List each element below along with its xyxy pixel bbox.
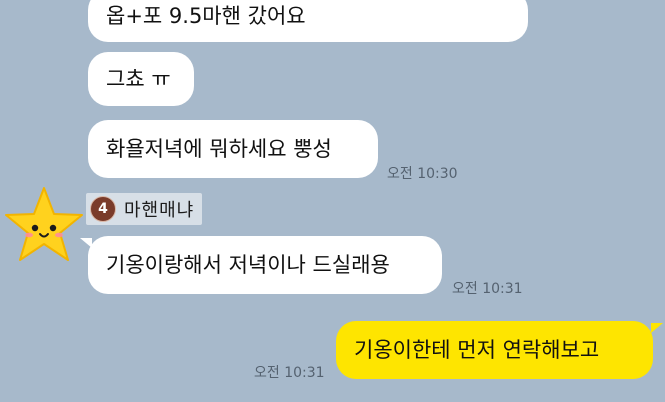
message-bubble[interactable]: 기옹이랑해서 저녁이나 드실래용 bbox=[88, 236, 442, 294]
sender-profile-badge: 4 bbox=[90, 196, 116, 222]
message-text: 기옹이랑해서 저녁이나 드실래용 bbox=[106, 252, 390, 277]
message-bubble[interactable]: 화욜저녁에 뭐하세요 뿡성 bbox=[88, 120, 378, 178]
message-text: 그쵸 ㅠ bbox=[106, 66, 171, 91]
message-timestamp: 오전 10:31 bbox=[452, 281, 523, 297]
sender-name: 마핸매냐 bbox=[124, 200, 195, 221]
message-text: 기옹이한테 먼저 연락해보고 bbox=[354, 337, 600, 362]
message-bubble-sent[interactable]: 기옹이한테 먼저 연락해보고 bbox=[336, 321, 653, 379]
bubble-tail bbox=[651, 323, 663, 333]
message-bubble[interactable]: 옵+포 9.5마핸 갔어요 bbox=[88, 0, 528, 42]
message-timestamp: 오전 10:31 bbox=[254, 365, 325, 381]
sender-name-row[interactable]: 4 마핸매냐 bbox=[86, 193, 203, 225]
message-text: 화욜저녁에 뭐하세요 뿡성 bbox=[106, 136, 332, 161]
star-face-icon[interactable] bbox=[2, 182, 86, 270]
message-bubble[interactable]: 그쵸 ㅠ bbox=[88, 52, 194, 106]
message-timestamp: 오전 10:30 bbox=[387, 166, 458, 182]
message-text: 옵+포 9.5마핸 갔어요 bbox=[106, 3, 306, 28]
